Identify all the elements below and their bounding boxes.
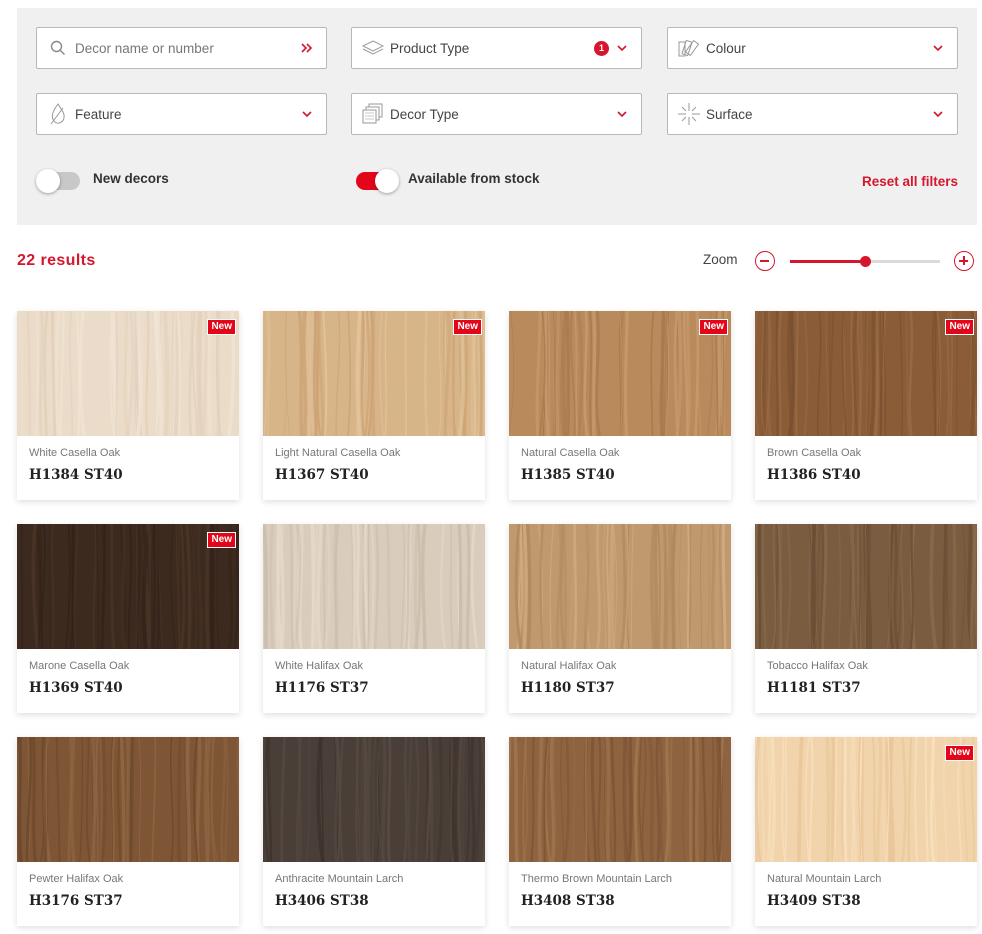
chevron-down-icon <box>615 107 629 121</box>
product-card[interactable]: New Marone Casella Oak H1369 ST40 <box>17 524 239 713</box>
product-name[interactable]: Pewter Halifax Oak <box>29 873 123 885</box>
product-card[interactable]: Tobacco Halifax Oak H1181 ST37 <box>755 524 977 713</box>
product-card[interactable]: New Brown Casella Oak H1386 ST40 <box>755 311 977 500</box>
product-code[interactable]: H1386 ST40 <box>767 467 861 483</box>
search-icon <box>45 35 71 61</box>
decor-swatch-image[interactable]: New <box>17 524 239 649</box>
feature-dropdown[interactable]: Feature <box>36 93 327 135</box>
search-input[interactable] <box>75 40 300 56</box>
new-badge: New <box>945 319 974 335</box>
product-code[interactable]: H3409 ST38 <box>767 893 861 909</box>
toggle-knob <box>375 169 399 193</box>
product-card[interactable]: Anthracite Mountain Larch H3406 ST38 <box>263 737 485 926</box>
available-from-stock-label: Available from stock <box>408 171 540 186</box>
product-card[interactable]: New Natural Casella Oak H1385 ST40 <box>509 311 731 500</box>
colour-label: Colour <box>706 40 746 56</box>
product-code[interactable]: H3408 ST38 <box>521 893 615 909</box>
chevron-down-icon <box>931 41 945 55</box>
product-name[interactable]: White Halifax Oak <box>275 660 363 672</box>
decor-swatch-image[interactable] <box>263 524 485 649</box>
new-badge: New <box>207 532 236 548</box>
decor-swatch-image[interactable] <box>755 524 977 649</box>
product-name[interactable]: Thermo Brown Mountain Larch <box>521 873 672 885</box>
zoom-label: Zoom <box>703 252 738 267</box>
feature-label: Feature <box>75 106 122 122</box>
product-type-dropdown[interactable]: Product Type 1 <box>351 27 642 69</box>
stacked-cards-icon <box>360 101 386 127</box>
search-box[interactable] <box>36 27 327 69</box>
product-code[interactable]: H1369 ST40 <box>29 680 123 696</box>
product-name[interactable]: Natural Halifax Oak <box>521 660 616 672</box>
new-decors-label: New decors <box>93 171 169 186</box>
product-card[interactable]: New Light Natural Casella Oak H1367 ST40 <box>263 311 485 500</box>
new-decors-toggle[interactable] <box>36 169 80 193</box>
product-card[interactable]: New Natural Mountain Larch H3409 ST38 <box>755 737 977 926</box>
product-card[interactable]: White Halifax Oak H1176 ST37 <box>263 524 485 713</box>
product-code[interactable]: H1180 ST37 <box>521 680 615 696</box>
reset-filters-link[interactable]: Reset all filters <box>862 174 958 189</box>
decor-swatch-image[interactable]: New <box>17 311 239 436</box>
leaf-drop-icon <box>45 101 71 127</box>
decor-swatch-image[interactable]: New <box>263 311 485 436</box>
product-card[interactable]: Natural Halifax Oak H1180 ST37 <box>509 524 731 713</box>
toggle-knob <box>36 169 60 193</box>
zoom-slider[interactable] <box>790 256 940 267</box>
product-card[interactable]: New White Casella Oak H1384 ST40 <box>17 311 239 500</box>
layers-icon <box>360 35 386 61</box>
new-badge: New <box>207 319 236 335</box>
double-chevron-right-icon[interactable] <box>300 41 314 55</box>
available-from-stock-toggle[interactable] <box>356 169 399 193</box>
results-count: 22 results <box>17 252 96 269</box>
product-code[interactable]: H1176 ST37 <box>275 680 369 696</box>
product-code[interactable]: H1384 ST40 <box>29 467 123 483</box>
sparkle-icon <box>676 101 702 127</box>
product-type-count-badge: 1 <box>594 40 609 56</box>
decor-type-dropdown[interactable]: Decor Type <box>351 93 642 135</box>
product-card[interactable]: Thermo Brown Mountain Larch H3408 ST38 <box>509 737 731 926</box>
chevron-down-icon <box>300 107 314 121</box>
product-name[interactable]: Natural Mountain Larch <box>767 873 881 885</box>
product-code[interactable]: H3406 ST38 <box>275 893 369 909</box>
product-name[interactable]: Marone Casella Oak <box>29 660 129 672</box>
decor-swatch-image[interactable] <box>509 524 731 649</box>
decor-swatch-image[interactable]: New <box>755 737 977 862</box>
decor-swatch-image[interactable] <box>263 737 485 862</box>
product-name[interactable]: Light Natural Casella Oak <box>275 447 400 459</box>
decor-type-label: Decor Type <box>390 106 459 122</box>
filter-panel: Product Type 1 Colour Feature Decor Type <box>17 8 977 225</box>
zoom-in-button[interactable] <box>954 251 974 271</box>
zoom-slider-thumb[interactable] <box>860 256 871 267</box>
zoom-slider-fill <box>790 260 865 263</box>
product-name[interactable]: Tobacco Halifax Oak <box>767 660 868 672</box>
zoom-out-button[interactable] <box>755 251 775 271</box>
product-type-label: Product Type <box>390 40 470 56</box>
product-code[interactable]: H1367 ST40 <box>275 467 369 483</box>
chevron-down-icon <box>615 41 629 55</box>
chevron-down-icon <box>931 107 945 121</box>
decor-swatch-image[interactable] <box>17 737 239 862</box>
surface-dropdown[interactable]: Surface <box>667 93 958 135</box>
surface-label: Surface <box>706 106 753 122</box>
product-code[interactable]: H3176 ST37 <box>29 893 123 909</box>
new-badge: New <box>945 745 974 761</box>
decor-swatch-image[interactable]: New <box>755 311 977 436</box>
new-badge: New <box>453 319 482 335</box>
colour-swatch-fan-icon <box>676 35 702 61</box>
product-code[interactable]: H1385 ST40 <box>521 467 615 483</box>
product-name[interactable]: Anthracite Mountain Larch <box>275 873 403 885</box>
decor-swatch-image[interactable] <box>509 737 731 862</box>
product-name[interactable]: Brown Casella Oak <box>767 447 861 459</box>
decor-swatch-image[interactable]: New <box>509 311 731 436</box>
new-badge: New <box>699 319 728 335</box>
product-name[interactable]: Natural Casella Oak <box>521 447 619 459</box>
product-name[interactable]: White Casella Oak <box>29 447 120 459</box>
product-code[interactable]: H1181 ST37 <box>767 680 861 696</box>
colour-dropdown[interactable]: Colour <box>667 27 958 69</box>
product-card[interactable]: Pewter Halifax Oak H3176 ST37 <box>17 737 239 926</box>
